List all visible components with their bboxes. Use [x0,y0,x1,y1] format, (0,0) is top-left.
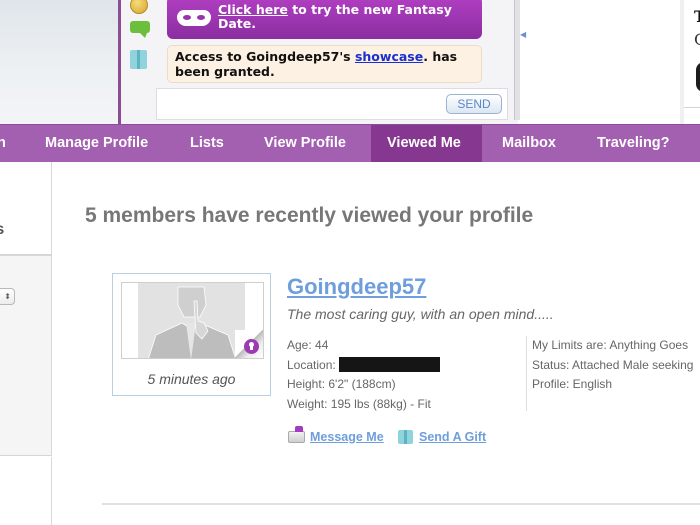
access-message-prefix: Access to Goingdeep57's [175,49,355,64]
right-panel-subheading: C [694,30,700,49]
lock-icon [244,339,259,354]
sidebar-select-dropdown[interactable]: ⬍ [0,288,15,305]
sidebar-bottom [0,457,52,525]
silhouette-icon [148,286,236,358]
top-left-background [0,0,118,124]
nav-item-view-profile[interactable]: View Profile [264,125,346,162]
main-nav: n Manage Profile Lists View Profile View… [0,124,700,162]
nav-item-partial[interactable]: n [0,125,11,162]
member-photo[interactable] [121,282,264,359]
send-gift-icon[interactable] [398,430,413,444]
nav-item-lists[interactable]: Lists [190,125,224,162]
member-details-left: Age: 44 Location: Height: 6'2" (188cm) W… [287,336,440,414]
send-button[interactable]: SEND [446,94,502,114]
gift-icon[interactable] [130,50,147,69]
nav-item-mailbox[interactable]: Mailbox [502,125,556,162]
member-limits: My Limits are: Anything Goes [532,338,689,352]
member-status: Status: Attached Male seeking [532,357,694,372]
select-arrows-icon: ⬍ [4,292,11,301]
chat-icon-column [126,0,154,90]
send-gift-link[interactable]: Send A Gift [419,430,486,444]
member-photo-card[interactable]: 5 minutes ago [112,273,271,396]
fantasy-click-here-link[interactable]: Click here [218,2,288,17]
smiley-icon[interactable] [130,0,148,14]
nav-item-manage-profile[interactable]: Manage Profile [45,125,148,162]
page-title: 5 members have recently viewed your prof… [85,204,534,227]
viewed-time: 5 minutes ago [147,371,236,387]
right-panel-button[interactable] [696,62,700,92]
member-tagline: The most caring guy, with an open mind..… [287,306,554,322]
access-granted-message: Access to Goingdeep57's showcase. has be… [167,45,482,83]
sidebar-title: ts [0,221,4,239]
list-divider [102,503,700,505]
member-location: Location: [287,356,440,376]
message-me-link[interactable]: Message Me [310,430,384,444]
member-height: Height: 6'2" (188cm) [287,377,396,391]
member-age: Age: 44 [287,338,329,352]
details-divider [526,336,527,411]
right-panel-heading: T [694,7,700,26]
mask-icon [177,10,211,26]
nav-item-traveling[interactable]: Traveling? [597,125,670,162]
message-envelope-icon[interactable] [288,426,305,443]
collapse-arrow-icon[interactable]: ◀ [520,30,526,39]
redacted-location [338,356,440,372]
member-weight: Weight: 195 lbs (88kg) - Fit [287,396,431,411]
right-panel: T C [680,0,700,124]
sidebar-header: ts [0,162,52,254]
page: Click here to try the new Fantasy Date. … [0,0,700,525]
right-panel-divider [684,107,700,108]
location-label: Location: [287,357,336,372]
member-details-right: My Limits are: Anything Goes Status: Att… [532,336,693,395]
chat-scrollbar[interactable] [514,0,520,120]
side-blank-area [522,0,680,124]
nav-item-viewed-me[interactable]: Viewed Me [371,125,482,162]
member-profile-language: Profile: English [532,377,613,391]
fantasy-date-message: Click here to try the new Fantasy Date. [167,0,482,39]
chat-bubble-icon[interactable] [130,21,150,38]
sidebar-filter-panel: ⬍ [0,254,52,456]
member-username-link[interactable]: Goingdeep57 [287,274,426,300]
showcase-link[interactable]: showcase [355,49,423,64]
